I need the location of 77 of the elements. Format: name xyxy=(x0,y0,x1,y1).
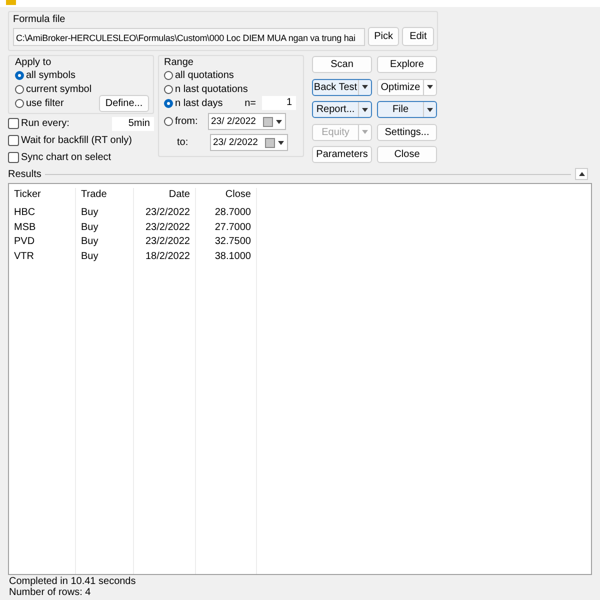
table-cell: 23/2/2022 xyxy=(134,235,196,250)
split-button[interactable]: Optimize xyxy=(377,78,437,96)
n-field[interactable]: 1 xyxy=(262,96,296,110)
formula-button[interactable]: Pick xyxy=(368,27,400,46)
action-button[interactable]: Explore xyxy=(377,56,437,73)
date-picker[interactable]: 23/ 2/2022 xyxy=(210,134,288,151)
radio-button[interactable] xyxy=(15,70,24,80)
radio-label: from: xyxy=(175,116,199,127)
radio-button[interactable] xyxy=(164,70,173,80)
checkbox-label: Run every: xyxy=(21,118,70,129)
radio-label: all symbols xyxy=(26,70,76,80)
radio-button[interactable] xyxy=(15,84,24,94)
table-cell: 27.7000 xyxy=(196,220,257,235)
table-cell: 23/2/2022 xyxy=(134,220,196,235)
table-cell: MSB xyxy=(9,220,76,235)
status-text: Number of rows: 4 xyxy=(9,587,92,598)
formula-path-field[interactable]: C:\AmiBroker-HERCULESLEO\Formulas\Custom\000 Loc DIEM MUA ngan va trung hai xyxy=(13,28,365,46)
radio-button[interactable] xyxy=(164,117,173,126)
caret-icon xyxy=(276,120,282,124)
action-button[interactable]: Close xyxy=(377,146,437,164)
group-label: Apply to xyxy=(15,57,52,68)
checkbox[interactable] xyxy=(8,135,19,146)
split-button[interactable]: Report... xyxy=(312,101,372,118)
table-cell: 18/2/2022 xyxy=(134,250,196,264)
table-cell: PVD xyxy=(9,235,76,250)
n-label: n= xyxy=(244,98,256,108)
radio-label: all quotations xyxy=(175,70,234,80)
table-cell: Buy xyxy=(76,206,134,220)
checkbox[interactable] xyxy=(8,118,19,129)
to-label: to: xyxy=(177,137,190,148)
table-cell: 28.7000 xyxy=(196,206,257,220)
table-cell: 38.1000 xyxy=(196,250,257,264)
split-button[interactable]: File xyxy=(377,101,437,118)
table-cell: Buy xyxy=(76,250,134,264)
app-icon xyxy=(6,0,16,5)
radio-label: n last quotations xyxy=(175,84,248,94)
action-button[interactable]: Parameters xyxy=(312,146,372,164)
table-cell: Buy xyxy=(76,235,134,250)
date-picker[interactable]: 23/ 2/2022 xyxy=(208,113,286,130)
radio-label: current symbol xyxy=(26,84,92,94)
group-label: Formula file xyxy=(13,14,66,25)
caret-icon xyxy=(362,85,368,90)
caret-icon xyxy=(362,108,368,112)
collapse-button[interactable] xyxy=(575,168,588,180)
calendar-icon xyxy=(265,138,275,148)
table-cell: HBC xyxy=(9,206,76,220)
column-header[interactable]: Trade xyxy=(76,188,134,206)
action-button[interactable]: Settings... xyxy=(377,124,437,141)
radio-button[interactable] xyxy=(164,98,173,108)
radio-label: use filter xyxy=(26,98,64,108)
formula-button[interactable]: Edit xyxy=(402,27,434,46)
column-header[interactable]: Close xyxy=(196,188,257,206)
caret-icon xyxy=(427,85,433,90)
caret-icon xyxy=(278,140,284,144)
radio-label: n last days xyxy=(175,98,223,108)
status-text: Completed in 10.41 seconds xyxy=(9,576,137,587)
checkbox[interactable] xyxy=(8,152,19,163)
caret-icon xyxy=(427,108,433,112)
checkbox-label: Wait for backfill (RT only) xyxy=(21,135,132,146)
interval-field[interactable]: 5min xyxy=(112,116,154,130)
split-button[interactable]: Back Test xyxy=(312,78,372,96)
group-label: Range xyxy=(164,57,194,68)
column-header[interactable]: Date xyxy=(134,188,196,206)
radio-button[interactable] xyxy=(15,98,24,108)
checkbox-label: Sync chart on select xyxy=(21,152,112,163)
caret-icon xyxy=(362,130,368,134)
table-cell: 23/2/2022 xyxy=(134,206,196,220)
table-cell: VTR xyxy=(9,250,76,264)
table-cell: 32.7500 xyxy=(196,235,257,250)
column-header[interactable]: Ticker xyxy=(9,188,76,206)
define-button[interactable]: Define... xyxy=(99,94,149,112)
table-cell: Buy xyxy=(76,220,134,235)
calendar-icon xyxy=(263,116,273,126)
action-button[interactable]: Scan xyxy=(312,56,372,73)
results-label: Results xyxy=(8,168,42,180)
radio-button[interactable] xyxy=(164,84,173,94)
up-arrow-icon xyxy=(578,172,584,176)
